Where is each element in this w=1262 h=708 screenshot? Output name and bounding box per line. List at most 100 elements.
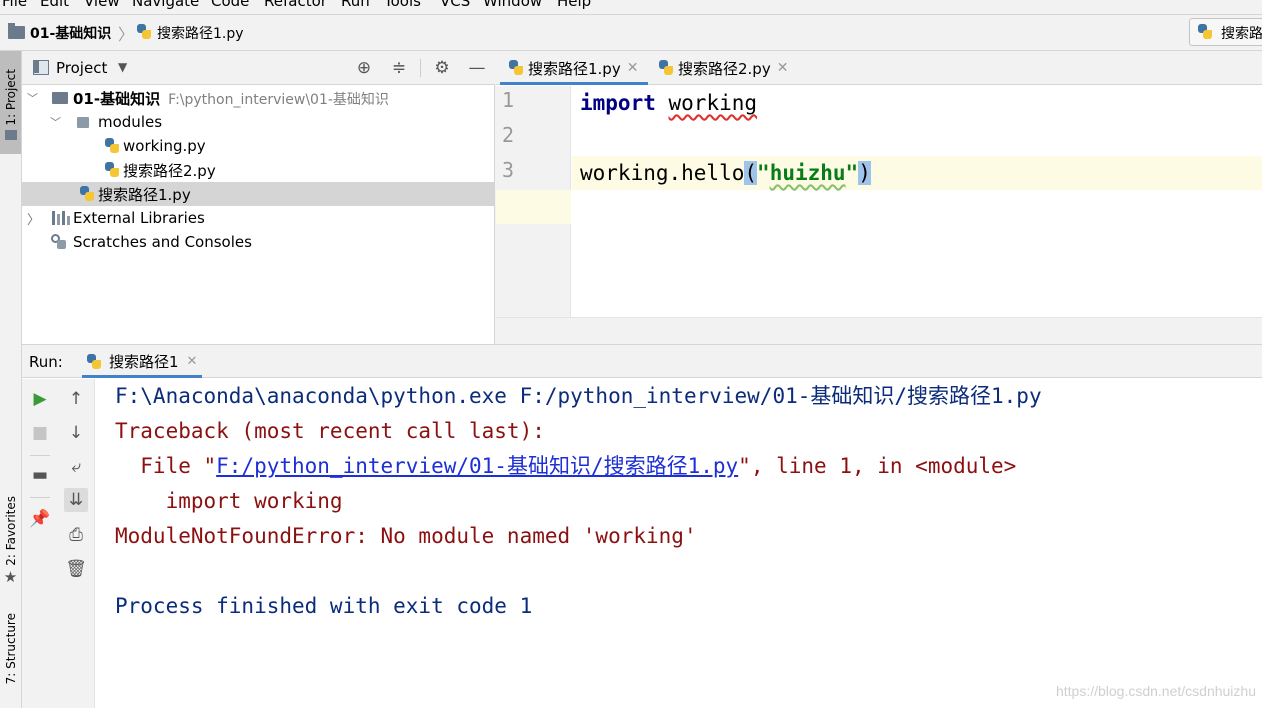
line-number: 1 <box>502 88 515 112</box>
python-file-icon <box>104 138 120 154</box>
menu-code[interactable]: Code <box>211 0 249 10</box>
tree-item-root[interactable]: ﹀ 01-基础知识 F:\python_interview\01-基础知识 <box>22 86 495 110</box>
tree-item-label: 搜索路径1.py <box>98 185 191 204</box>
console-line-command: F:\Anaconda\anaconda\python.exe F:/pytho… <box>115 384 1042 408</box>
folder-icon <box>77 117 89 128</box>
scroll-to-end-icon[interactable]: ⇊ <box>64 488 88 512</box>
arrow-down-icon[interactable]: ↓ <box>64 421 88 445</box>
tab-label: 搜索路径1.py <box>528 59 621 78</box>
typo-string[interactable]: huizhu <box>770 161 846 185</box>
line-number: 3 <box>502 158 515 182</box>
python-file-icon <box>508 60 524 76</box>
gear-icon[interactable]: ⚙ <box>431 57 453 79</box>
close-icon[interactable]: ✕ <box>627 60 639 76</box>
project-tool-window: Project ▼ ⊕ ≑ ⚙ — ﹀ 01-基础知识 F:\python_int… <box>22 51 495 344</box>
unresolved-reference[interactable]: working <box>669 91 758 115</box>
run-configuration-label: 搜索路 <box>1221 26 1262 42</box>
tool-tab-favorites[interactable]: 2: Favorites ★ <box>0 491 21 591</box>
tool-tab-project[interactable]: 1: Project <box>0 51 21 154</box>
pycharm-window: File Edit View Navigate Code Refactor Ru… <box>0 0 1262 708</box>
layout-icon[interactable]: ▬ <box>28 463 52 487</box>
menu-navigate[interactable]: Navigate <box>132 0 199 10</box>
close-icon[interactable]: ✕ <box>777 60 789 76</box>
editor-tab-search1[interactable]: 搜索路径1.py ✕ <box>500 51 648 85</box>
code-area[interactable]: import working working.hello("huizhu") <box>572 86 1262 344</box>
rerun-icon[interactable]: ▶ <box>28 387 52 411</box>
folder-icon <box>52 92 68 104</box>
code-line[interactable]: import working <box>572 86 1262 120</box>
console-line-file: File "F:/python_interview/01-基础知识/搜索路径1.… <box>115 454 1017 478</box>
chevron-down-icon[interactable]: ▼ <box>118 60 127 74</box>
tree-item-scratches[interactable]: Scratches and Consoles <box>22 230 495 254</box>
menu-tools[interactable]: Tools <box>384 0 421 10</box>
menu-window[interactable]: Window <box>483 0 542 10</box>
minimize-icon[interactable]: — <box>466 57 488 79</box>
menu-vcs[interactable]: VCS <box>440 0 470 10</box>
tree-item-label: External Libraries <box>73 209 205 227</box>
brace-match: ( <box>744 161 758 185</box>
python-file-icon <box>658 60 674 76</box>
console-line-source: import working <box>115 489 343 513</box>
navigation-bar: 01-基础知识 〉 搜索路径1.py 搜索路 <box>0 14 1262 51</box>
stop-icon[interactable]: ■ <box>28 421 52 445</box>
breadcrumb-separator: 〉 <box>118 25 135 44</box>
pin-icon[interactable]: 📌 <box>28 507 52 531</box>
toolbar-divider <box>420 59 421 77</box>
project-view-icon <box>33 60 49 75</box>
code-line[interactable] <box>572 121 1262 155</box>
tab-label: 搜索路径2.py <box>678 59 771 78</box>
tree-item-search1[interactable]: 搜索路径1.py <box>22 182 495 206</box>
menu-help[interactable]: Help <box>557 0 591 10</box>
arrow-up-icon[interactable]: ↑ <box>64 387 88 411</box>
run-tab[interactable]: 搜索路径1 ✕ <box>82 345 202 378</box>
editor-breadcrumb-strip <box>496 317 1262 344</box>
tree-item-label: 01-基础知识 F:\python_interview\01-基础知识 <box>73 89 389 108</box>
menu-run[interactable]: Run <box>341 0 370 10</box>
chevron-right-icon[interactable]: 〉 <box>27 209 40 228</box>
trash-icon[interactable]: 🗑 <box>64 557 88 581</box>
folder-icon <box>8 23 25 39</box>
watermark: https://blog.csdn.net/csdnhuizhu <box>1055 683 1256 699</box>
tree-item-label: 搜索路径2.py <box>123 161 216 180</box>
tree-item-search2[interactable]: 搜索路径2.py <box>22 158 495 182</box>
project-panel-header: Project ▼ ⊕ ≑ ⚙ — <box>22 51 495 85</box>
tree-item-external-libraries[interactable]: 〉 External Libraries <box>22 206 495 230</box>
left-tool-stripe: 1: Project 2: Favorites ★ 7: Structure <box>0 51 22 708</box>
python-file-icon <box>79 186 95 202</box>
run-tool-window: Run: 搜索路径1 ✕ ▶ ■ ▬ 📌 ↑ ↓ ⤶ ⇊ ⎙ 🗑 F:\Anac… <box>22 344 1262 708</box>
traceback-file-link[interactable]: F:/python_interview/01-基础知识/搜索路径1.py <box>216 454 738 478</box>
active-tab-indicator <box>82 375 202 378</box>
tool-tab-favorites-label: 2: Favorites <box>3 495 18 566</box>
close-icon[interactable]: ✕ <box>187 354 198 369</box>
library-icon <box>52 211 70 225</box>
tool-tab-project-label: 1: Project <box>3 69 18 126</box>
tree-item-label: modules <box>98 113 163 131</box>
editor-tab-search2[interactable]: 搜索路径2.py ✕ <box>658 51 788 85</box>
print-icon[interactable]: ⎙ <box>64 523 88 547</box>
chevron-down-icon[interactable]: ﹀ <box>50 114 61 130</box>
menu-refactor[interactable]: Refactor <box>264 0 327 10</box>
soft-wrap-icon[interactable]: ⤶ <box>64 455 88 479</box>
run-configuration-selector[interactable]: 搜索路 <box>1189 18 1262 46</box>
console-output[interactable]: F:\Anaconda\anaconda\python.exe F:/pytho… <box>115 379 1255 708</box>
menu-file[interactable]: File <box>2 0 27 10</box>
collapse-all-icon[interactable]: ≑ <box>388 57 410 79</box>
code-line-current[interactable]: working.hello("huizhu") <box>572 156 1262 190</box>
tree-item-working[interactable]: working.py <box>22 134 495 158</box>
tool-tab-structure[interactable]: 7: Structure <box>0 606 21 691</box>
tree-item-path: F:\python_interview\01-基础知识 <box>168 91 389 108</box>
tree-item-label: Scratches and Consoles <box>73 233 252 251</box>
chevron-down-icon[interactable]: ﹀ <box>27 90 38 106</box>
tree-item-modules[interactable]: ﹀ modules <box>22 110 495 134</box>
run-toolbar: ▶ ■ ▬ 📌 ↑ ↓ ⤶ ⇊ ⎙ 🗑 <box>22 379 95 708</box>
tool-tab-structure-label: 7: Structure <box>3 612 18 685</box>
run-tab-label: 搜索路径1 <box>109 353 179 371</box>
breadcrumb-project[interactable]: 01-基础知识 <box>30 23 111 43</box>
breadcrumb-file[interactable]: 搜索路径1.py <box>157 23 244 43</box>
locate-file-icon[interactable]: ⊕ <box>353 57 375 79</box>
menu-edit[interactable]: Edit <box>40 0 69 10</box>
menu-view[interactable]: View <box>84 0 120 10</box>
run-panel-title: Run: <box>29 353 63 371</box>
python-file-icon <box>104 162 120 178</box>
project-view-selector[interactable]: Project <box>56 59 107 77</box>
